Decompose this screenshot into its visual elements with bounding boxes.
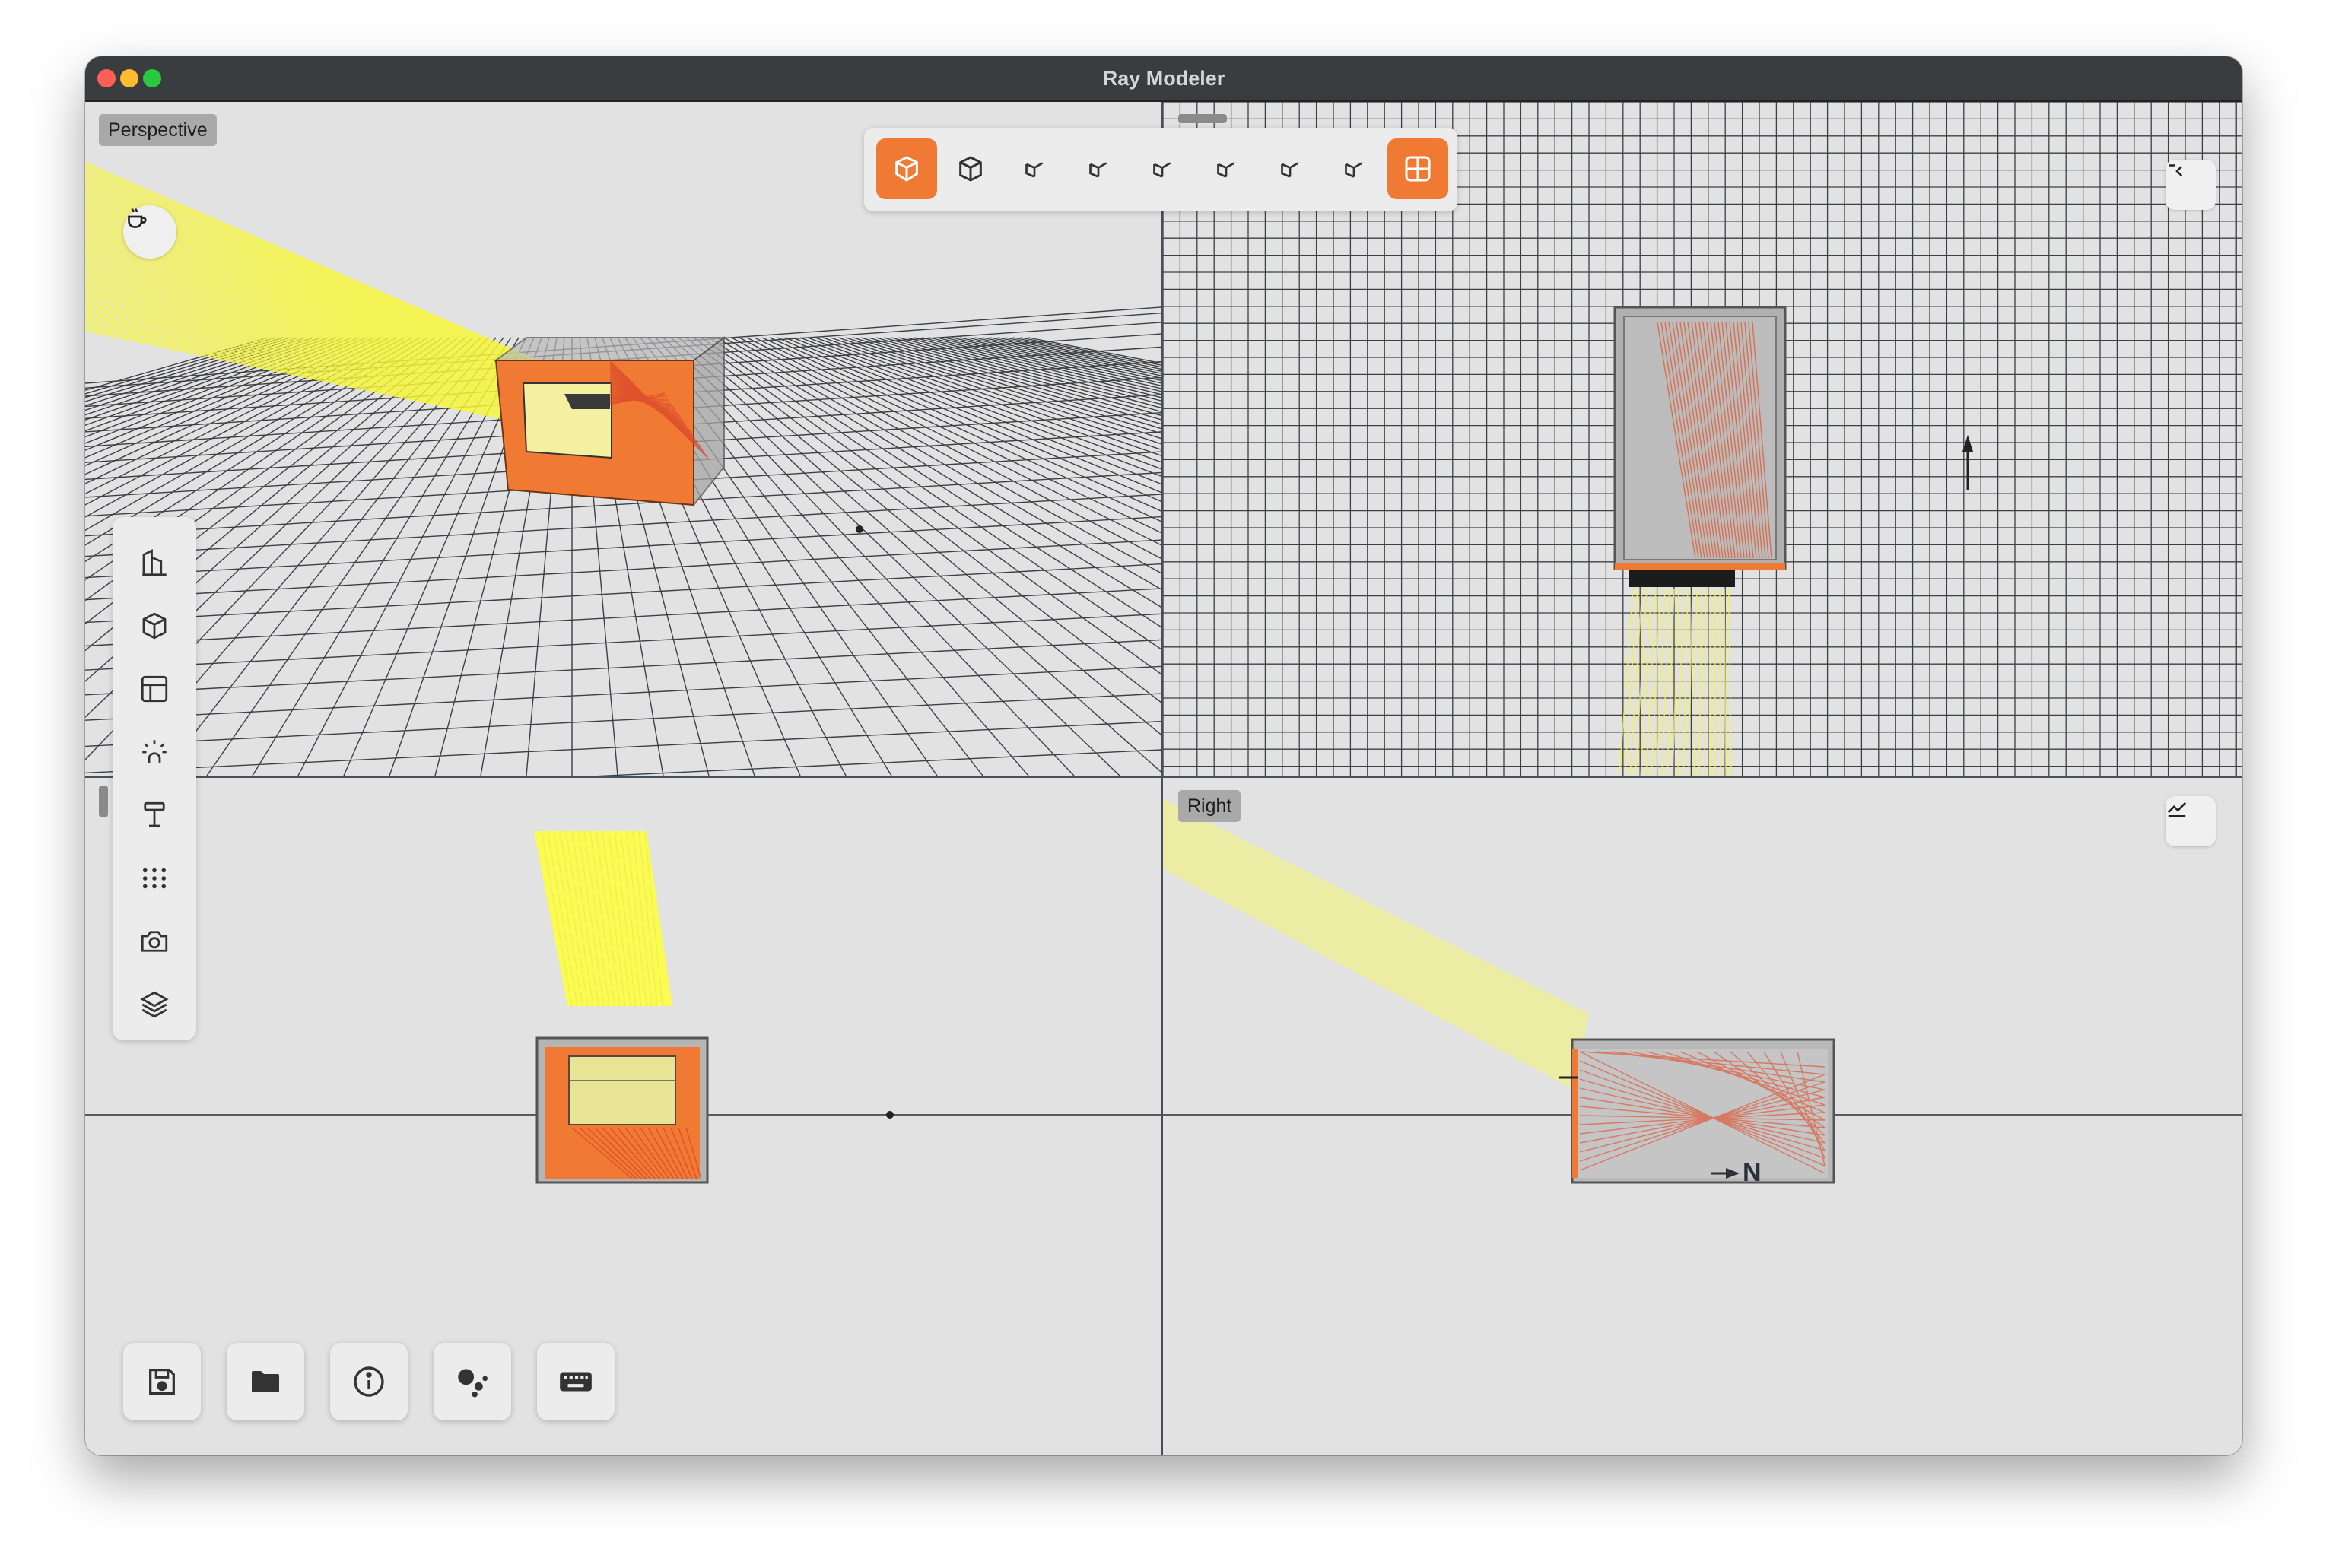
cube-corner-icon xyxy=(1025,162,1044,178)
sensor-button[interactable] xyxy=(124,785,185,846)
sensor-icon xyxy=(144,801,165,827)
grid-quad-icon xyxy=(1405,156,1431,182)
orthographic-view-button[interactable] xyxy=(940,138,1001,199)
viewport-divider-vertical[interactable] xyxy=(1161,102,1163,1455)
cube-corner-icon xyxy=(1281,162,1299,178)
origin-marker xyxy=(856,525,863,533)
view-toolbar xyxy=(864,128,1457,211)
room-model[interactable] xyxy=(494,336,726,507)
right-scene xyxy=(1163,799,2242,1184)
folder-icon xyxy=(252,1371,279,1392)
coffee-button[interactable] xyxy=(123,205,176,259)
trend-button[interactable] xyxy=(2166,796,2216,846)
title-bar: Ray Modeler xyxy=(85,56,2242,102)
trend-line-icon xyxy=(2167,801,2187,817)
perspective-view-button[interactable] xyxy=(876,138,937,199)
geometry-button[interactable] xyxy=(124,595,185,656)
info-button[interactable] xyxy=(330,1343,408,1420)
camera-icon xyxy=(141,931,168,952)
view-angle-3-button[interactable] xyxy=(1132,138,1193,199)
cube-icon xyxy=(959,156,982,182)
dot-grid-icon xyxy=(142,868,167,889)
view-angle-4-button[interactable] xyxy=(1196,138,1257,199)
view-angle-2-button[interactable] xyxy=(1068,138,1129,199)
room-plan[interactable] xyxy=(1613,306,1787,587)
building-button[interactable] xyxy=(124,532,185,593)
cube-corner-icon xyxy=(1345,162,1363,178)
chevron-collapse-icon xyxy=(2169,164,2183,177)
cube-icon xyxy=(142,612,167,640)
sun-button[interactable] xyxy=(124,722,185,782)
cube-corner-icon xyxy=(1153,162,1171,178)
layout-icon xyxy=(141,675,168,703)
room-elevation[interactable] xyxy=(535,1036,709,1184)
grid-points-button[interactable] xyxy=(124,848,185,909)
front-view-label xyxy=(99,786,108,817)
room-section[interactable] xyxy=(1559,1038,1835,1184)
assistant-button[interactable] xyxy=(434,1343,511,1420)
origin-marker-front xyxy=(886,1111,894,1119)
quad-view-button[interactable] xyxy=(1387,138,1448,199)
layout-button[interactable] xyxy=(124,659,185,719)
top-view-label xyxy=(1178,114,1227,123)
cube-corner-icon xyxy=(1217,162,1235,178)
open-folder-button[interactable] xyxy=(227,1343,304,1420)
layers-button[interactable] xyxy=(124,974,185,1035)
camera-button[interactable] xyxy=(124,911,185,972)
app-window: Ray Modeler Perspective N Right xyxy=(85,56,2242,1455)
collapse-panel-button[interactable] xyxy=(2166,160,2216,210)
cube-corner-icon xyxy=(1089,162,1107,178)
north-label: N xyxy=(1743,1158,1762,1187)
window-title: Ray Modeler xyxy=(1102,67,1225,90)
building-icon xyxy=(142,548,167,576)
sun-icon xyxy=(142,740,167,763)
view-angle-6-button[interactable] xyxy=(1323,138,1384,199)
layers-icon xyxy=(140,991,169,1018)
keyboard-shortcuts-button[interactable] xyxy=(537,1343,615,1420)
save-icon xyxy=(149,1369,175,1395)
viewport-divider-horizontal[interactable] xyxy=(85,776,2242,778)
info-icon xyxy=(354,1366,384,1397)
keyboard-icon xyxy=(560,1372,592,1392)
view-angle-1-button[interactable] xyxy=(1004,138,1065,199)
assistant-icon xyxy=(458,1369,488,1398)
right-viewport[interactable]: N Right xyxy=(1163,778,2242,1455)
isometric-box-icon xyxy=(895,156,918,182)
perspective-label: Perspective xyxy=(99,114,217,146)
right-label: Right xyxy=(1178,790,1241,822)
side-toolbar xyxy=(113,517,196,1040)
view-angle-5-button[interactable] xyxy=(1260,138,1320,199)
coffee-icon xyxy=(128,208,147,228)
save-button[interactable] xyxy=(123,1343,201,1420)
